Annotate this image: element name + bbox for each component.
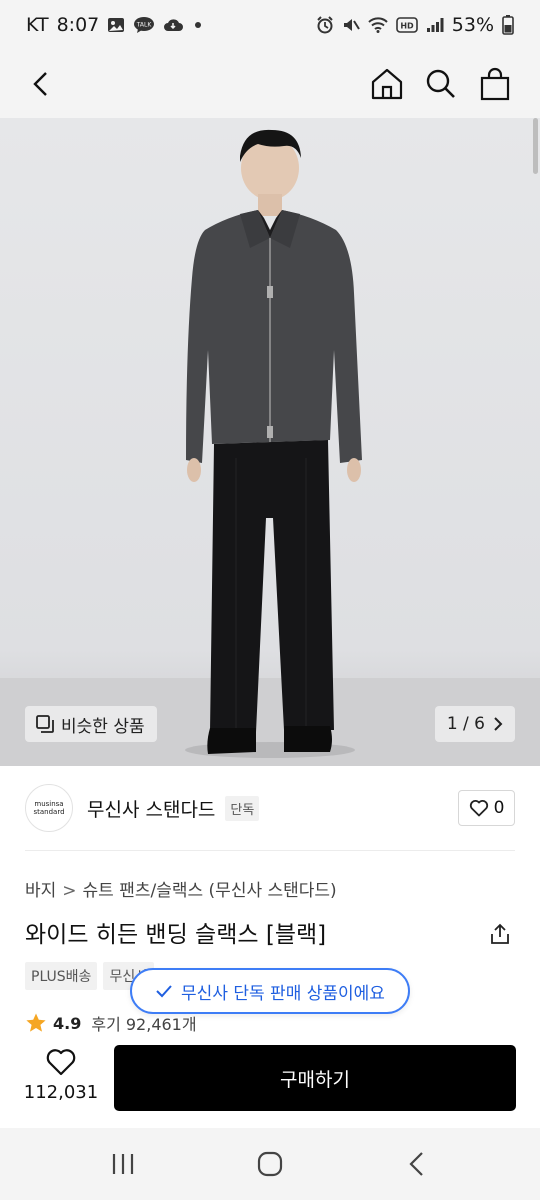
hd-label: HD: [400, 22, 414, 31]
review-count: 후기 92,461개: [91, 1015, 197, 1034]
check-icon: [156, 985, 172, 998]
battery-percent: 53%: [451, 14, 494, 36]
app-header: [0, 50, 540, 118]
mute-icon: [342, 16, 360, 34]
product-image[interactable]: [0, 118, 540, 766]
heart-icon: [46, 1049, 76, 1076]
battery-icon: [502, 15, 514, 35]
status-bar: KT 8:07 TALK HD 53%: [0, 0, 540, 50]
product-title: 와이드 히든 밴딩 슬랙스 [블랙]: [25, 922, 327, 948]
home-nav-button[interactable]: [240, 1134, 300, 1194]
breadcrumb-item-slacks[interactable]: 슈트 팬츠/슬랙스 (무신사 스탠다드): [83, 881, 337, 901]
wifi-icon: [368, 17, 388, 33]
brand-like-button[interactable]: 0: [458, 790, 515, 826]
back-chevron-icon: [409, 1152, 423, 1176]
talk-label: TALK: [136, 22, 153, 29]
cloud-sync-icon: [163, 17, 184, 33]
similar-products-label: 비슷한 상품: [61, 716, 145, 737]
clock: 8:07: [56, 14, 100, 36]
breadcrumb-item-pants[interactable]: 바지: [25, 881, 56, 901]
carrier-label: KT: [26, 14, 49, 36]
exclusive-toast: 무신사 단독 판매 상품이에요: [130, 968, 410, 1014]
cart-button[interactable]: [471, 60, 519, 108]
brand-like-count: 0: [493, 798, 505, 818]
search-icon: [426, 69, 455, 98]
chevron-left-icon: [33, 72, 47, 96]
image-counter: 1 / 6: [446, 714, 485, 734]
home-button[interactable]: [363, 60, 411, 108]
shopping-bag-icon: [480, 67, 510, 101]
rating-score: 4.9: [53, 1013, 82, 1033]
status-left: KT 8:07 TALK: [26, 14, 202, 36]
model-photo: [0, 129, 540, 766]
signal-icon: [426, 17, 444, 33]
similar-items-icon: [36, 715, 54, 733]
heart-icon: [469, 800, 488, 817]
brand-logo[interactable]: musinsa standard: [25, 784, 73, 832]
home-circle-icon: [257, 1151, 283, 1177]
wishlist-button[interactable]: 112,031: [22, 1048, 100, 1103]
breadcrumb: 바지 > 슈트 팬츠/슬랙스 (무신사 스탠다드): [25, 876, 337, 901]
toast-text: 무신사 단독 판매 상품이에요: [181, 983, 385, 1004]
recent-apps-icon: [113, 1154, 134, 1174]
brand-row: musinsa standard 무신사 스탠다드 단독 0: [25, 780, 515, 836]
back-button[interactable]: [18, 60, 66, 108]
exclusive-badge: 단독: [225, 795, 260, 821]
buy-button-label: 구매하기: [280, 1068, 350, 1091]
talk-notification-icon: TALK: [133, 16, 155, 34]
purchase-bar: 112,031 구매하기: [0, 1036, 540, 1128]
star-icon: [26, 1013, 46, 1032]
buy-button[interactable]: 구매하기: [114, 1045, 516, 1111]
alarm-icon: [316, 16, 334, 34]
section-divider: [25, 850, 515, 851]
gallery-notification-icon: [107, 16, 125, 34]
search-button[interactable]: [417, 60, 465, 108]
share-icon: [491, 923, 509, 944]
chevron-right-icon: [494, 717, 503, 731]
brand-name-link[interactable]: 무신사 스탠다드: [87, 795, 215, 822]
recent-apps-button[interactable]: [93, 1134, 153, 1194]
page-scrollbar[interactable]: [533, 118, 538, 174]
tag-plus-delivery: PLUS배송: [25, 962, 98, 990]
system-nav-bar: [0, 1128, 540, 1200]
status-right: HD 53%: [316, 14, 514, 36]
breadcrumb-separator: >: [62, 881, 77, 901]
brand-logo-line1: musinsa: [34, 800, 64, 808]
hd-voice-icon: HD: [395, 17, 418, 33]
brand-logo-line2: standard: [33, 808, 65, 816]
similar-products-button[interactable]: 비슷한 상품: [25, 706, 157, 742]
home-icon: [371, 68, 403, 100]
wishlist-count: 112,031: [23, 1082, 99, 1103]
more-notifications-dot: [195, 22, 202, 28]
image-counter-button[interactable]: 1 / 6: [434, 706, 515, 742]
share-button[interactable]: [484, 918, 516, 950]
back-nav-button[interactable]: [387, 1134, 447, 1194]
